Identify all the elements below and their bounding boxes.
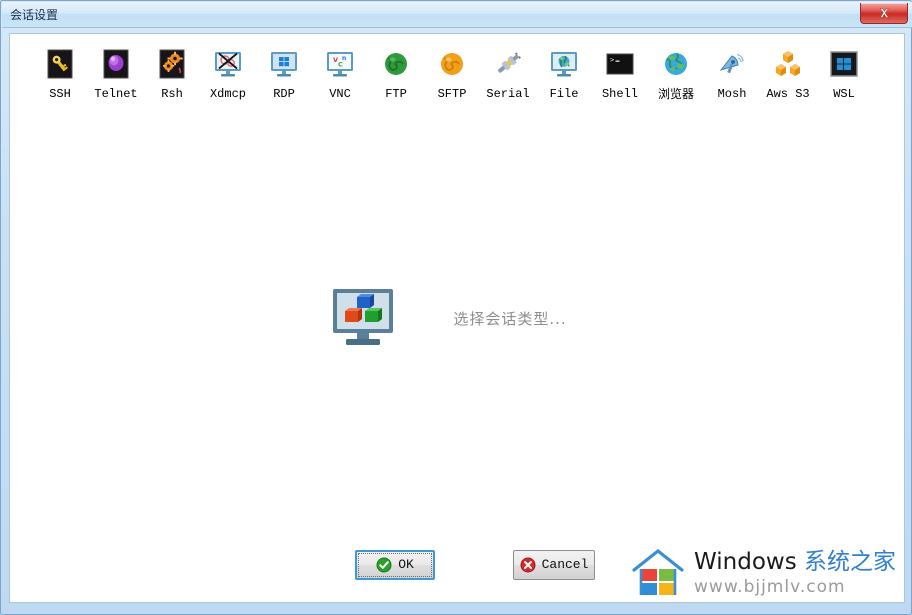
mosh-satellite-icon	[719, 53, 744, 74]
rsh-gears-icon	[159, 49, 185, 79]
session-type-label: Mosh	[717, 87, 747, 101]
session-type-label: File	[549, 87, 579, 101]
session-type-label: Telnet	[94, 87, 138, 101]
browser-globe-icon	[665, 53, 687, 75]
vnc-monitor-icon: V C n	[327, 52, 353, 77]
ssh-key-icon	[47, 49, 73, 79]
rdp-monitor-icon	[271, 52, 297, 77]
title-bar: 会话设置	[2, 2, 912, 28]
session-type-shell[interactable]: > Shell	[592, 44, 648, 101]
svg-text:>: >	[610, 56, 614, 64]
session-type-label: SSH	[49, 87, 71, 101]
dialog-button-row: OK Cancel	[10, 550, 904, 580]
ftp-green-globe-icon	[385, 53, 407, 75]
file-monitor-globe-icon	[551, 52, 577, 77]
session-type-mosh[interactable]: Mosh	[704, 44, 760, 101]
session-type-label: WSL	[833, 87, 855, 101]
session-type-label: FTP	[385, 87, 407, 101]
dialog-content-panel: SSH Telnet Rsh Xdmcp RDP V C n VNC FTP S…	[9, 33, 905, 603]
aws-s3-cubes-icon	[776, 51, 800, 76]
session-type-label: Rsh	[161, 87, 183, 101]
session-type-toolbar: SSH Telnet Rsh Xdmcp RDP V C n VNC FTP S…	[10, 44, 904, 101]
close-button[interactable]	[860, 3, 908, 24]
close-x-icon	[879, 8, 889, 18]
placeholder-text: 选择会话类型...	[453, 309, 567, 328]
session-type-label: Serial	[486, 87, 530, 101]
green-check-icon	[376, 557, 392, 573]
window-title: 会话设置	[10, 8, 59, 22]
session-type-rsh[interactable]: Rsh	[144, 44, 200, 101]
session-type-telnet[interactable]: Telnet	[88, 44, 144, 101]
session-type-vnc[interactable]: V C n VNC	[312, 44, 368, 101]
serial-plug-icon	[497, 52, 521, 73]
sftp-orange-globe-icon	[441, 53, 463, 75]
wsl-windows-icon	[830, 51, 858, 77]
session-type-sftp[interactable]: SFTP	[424, 44, 480, 101]
session-type-label: SFTP	[437, 87, 467, 101]
session-type-label: RDP	[273, 87, 295, 101]
placeholder-area: 选择会话类型...	[10, 286, 904, 350]
session-type-aws-s3[interactable]: Aws S3	[760, 44, 816, 101]
session-type-label: Shell	[601, 87, 638, 101]
ok-button-label: OK	[398, 557, 414, 572]
session-type-file[interactable]: File	[536, 44, 592, 101]
session-type-rdp[interactable]: RDP	[256, 44, 312, 101]
session-type-label: Aws S3	[766, 87, 810, 101]
svg-text:n: n	[342, 55, 346, 62]
session-type-ssh[interactable]: SSH	[32, 44, 88, 101]
session-settings-window: 会话设置 SSH Telnet Rsh Xdmcp RDP V C n VNC …	[0, 0, 912, 615]
red-x-icon	[520, 557, 536, 573]
session-type-label: VNC	[329, 87, 351, 101]
shell-terminal-icon: >	[606, 53, 634, 75]
ok-button[interactable]: OK	[355, 550, 435, 580]
monitor-cubes-icon	[333, 289, 394, 345]
session-type-browser[interactable]: 浏览器	[648, 44, 704, 101]
session-type-serial[interactable]: Serial	[480, 44, 536, 101]
cancel-button-label: Cancel	[541, 557, 589, 572]
cancel-button[interactable]: Cancel	[513, 550, 595, 580]
watermark-url: www.bjjmlv.com	[694, 576, 846, 597]
session-type-label: Xdmcp	[209, 87, 246, 101]
xdmcp-monitor-icon	[215, 52, 241, 77]
session-type-label: 浏览器	[657, 87, 694, 101]
session-type-xdmcp[interactable]: Xdmcp	[200, 44, 256, 101]
session-type-wsl[interactable]: WSL	[816, 44, 872, 101]
telnet-sphere-icon	[103, 49, 129, 79]
session-type-ftp[interactable]: FTP	[368, 44, 424, 101]
